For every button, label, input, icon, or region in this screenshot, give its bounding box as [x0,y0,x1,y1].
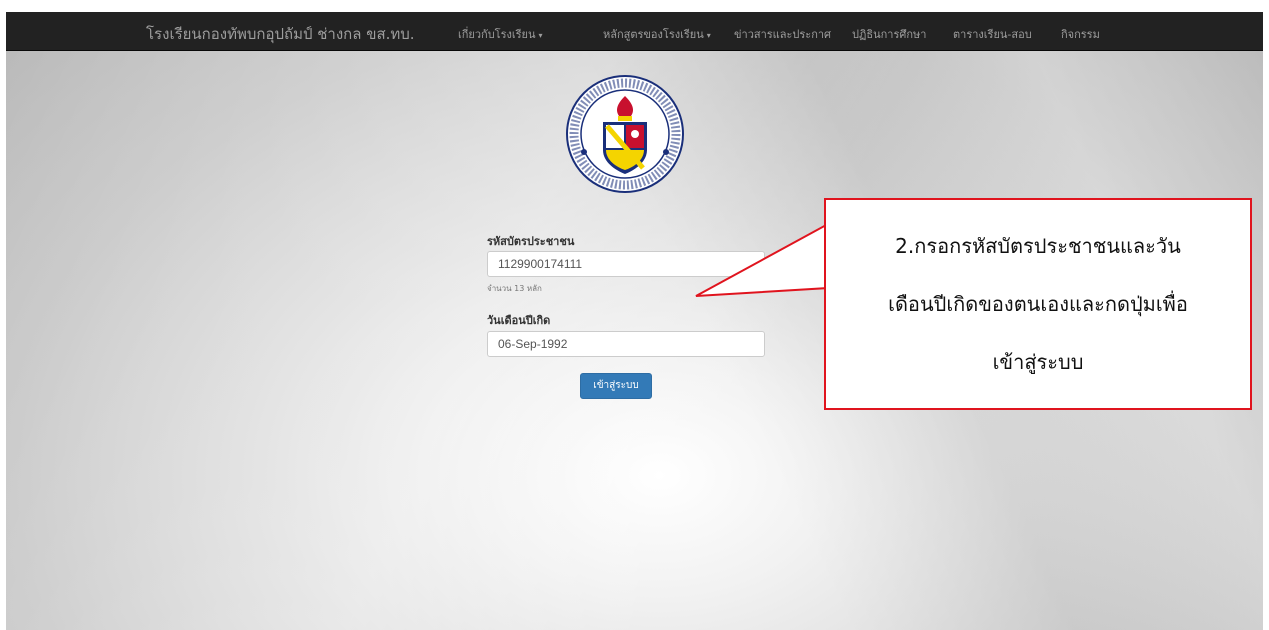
callout-line-1: 2.กรอกรหัสบัตรประชาชนและวัน [895,234,1181,258]
page-frame: โรงเรียนกองทัพบกอุปถัมป์ ช่างกล ขส.ทบ. เ… [6,12,1263,630]
callout-line-2: เดือนปีเกิดของตนเองและกดปุ่มเพื่อ [888,292,1188,316]
instruction-callout: 2.กรอกรหัสบัตรประชาชนและวัน เดือนปีเกิดข… [824,198,1252,410]
callout-line-3: เข้าสู่ระบบ [992,350,1084,374]
